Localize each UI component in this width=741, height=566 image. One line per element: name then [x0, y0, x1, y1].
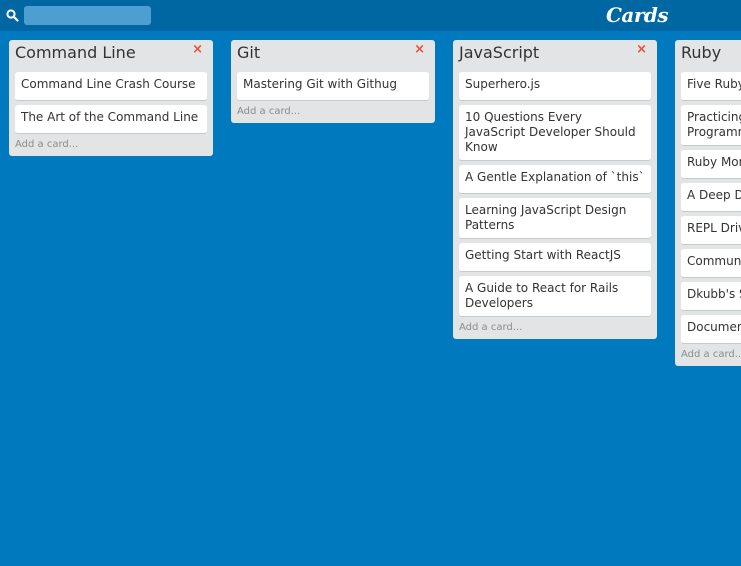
card[interactable]: A Deep D — [681, 183, 741, 212]
card[interactable]: Commun — [681, 249, 741, 278]
app-logo[interactable]: Cards — [606, 1, 669, 29]
list-title[interactable]: Ruby — [681, 43, 721, 62]
add-card-link[interactable]: Add a card... — [15, 138, 207, 152]
list-title[interactable]: Git — [237, 43, 260, 62]
card[interactable]: Learning JavaScript Design Patterns — [459, 198, 651, 239]
card[interactable]: The Art of the Command Line — [15, 105, 207, 134]
top-bar: Cards — [0, 0, 741, 31]
card[interactable]: Command Line Crash Course — [15, 72, 207, 101]
card[interactable]: Five Ruby Be Using — [681, 72, 741, 101]
list-title[interactable]: Command Line — [15, 43, 136, 62]
card[interactable]: Dkubb's S — [681, 282, 741, 311]
delete-list-icon[interactable]: × — [192, 42, 203, 57]
list-header: Git × — [237, 40, 429, 68]
add-card-link[interactable]: Add a card... — [459, 321, 651, 335]
card[interactable]: Documen — [681, 315, 741, 344]
list-title[interactable]: JavaScript — [459, 43, 539, 62]
list-javascript: JavaScript × Superhero.js 10 Questions E… — [453, 40, 657, 339]
card[interactable]: REPL Driv Pry — [681, 216, 741, 245]
card[interactable]: Mastering Git with Githug — [237, 72, 429, 101]
add-card-link[interactable]: Add a card... — [681, 348, 741, 362]
card[interactable]: A Guide to React for Rails Developers — [459, 276, 651, 317]
list-header: JavaScript × — [459, 40, 651, 68]
search-input[interactable] — [24, 6, 151, 25]
list-header: Ruby — [681, 40, 741, 68]
list-git: Git × Mastering Git with Githug Add a ca… — [231, 40, 435, 123]
card[interactable]: Superhero.js — [459, 72, 651, 101]
card[interactable]: A Gentle Explanation of `this` — [459, 165, 651, 194]
card[interactable]: 10 Questions Every JavaScript Developer … — [459, 105, 651, 161]
delete-list-icon[interactable]: × — [636, 42, 647, 57]
list-ruby: Ruby Five Ruby Be Using Practicing Lesso… — [675, 40, 741, 366]
delete-list-icon[interactable]: × — [414, 42, 425, 57]
card[interactable]: Getting Start with ReactJS — [459, 243, 651, 272]
list-header: Command Line × — [15, 40, 207, 68]
card[interactable]: Ruby Mon Programm — [681, 150, 741, 179]
add-card-link[interactable]: Add a card... — [237, 105, 429, 119]
list-command-line: Command Line × Command Line Crash Course… — [9, 40, 213, 156]
search-icon[interactable] — [6, 9, 19, 22]
card[interactable]: Practicing Lessons f Programm — [681, 105, 741, 146]
